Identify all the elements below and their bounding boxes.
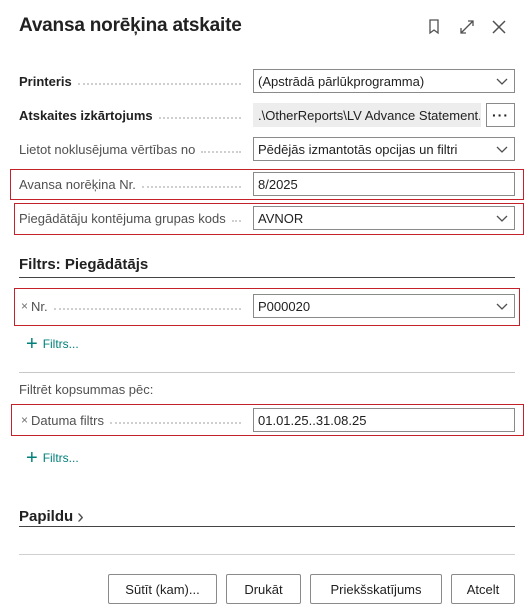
dialog-title: Avansa norēķina atskaite (19, 15, 242, 36)
nr-filter-label: × Nr. (21, 298, 247, 314)
filter-section-title: Filtrs: Piegādātājs (19, 256, 149, 273)
chevron-down-icon (496, 146, 508, 153)
plus-icon: + (26, 447, 38, 469)
preview-button[interactable]: Priekšskatījums (310, 574, 442, 604)
chevron-down-icon (496, 303, 508, 310)
more-icon: ··· (492, 107, 509, 123)
layout-lookup-button[interactable]: ··· (486, 103, 515, 127)
bookmark-icon[interactable] (421, 14, 447, 40)
printer-label: Printeris (19, 73, 247, 89)
section-divider (19, 372, 515, 373)
remove-filter-icon[interactable]: × (21, 413, 28, 427)
defaults-select[interactable]: Pēdējās izmantotās opcijas un filtri (253, 137, 515, 161)
chevron-right-icon: › (77, 505, 84, 528)
footer-divider (19, 554, 515, 555)
print-button[interactable]: Drukāt (226, 574, 301, 604)
cancel-button[interactable]: Atcelt (451, 574, 515, 604)
chevron-down-icon (496, 78, 508, 85)
close-icon[interactable] (486, 14, 512, 40)
printer-select[interactable]: (Apstrādā pārlūkprogramma) (253, 69, 515, 93)
totals-section-title: Filtrēt kopsummas pēc: (19, 382, 154, 397)
layout-field[interactable]: .\OtherReports\LV Advance Statement... (253, 103, 481, 127)
remove-filter-icon[interactable]: × (21, 299, 28, 313)
plus-icon: + (26, 333, 38, 355)
nr-filter-select[interactable]: P000020 (253, 294, 515, 318)
advance-no-label: Avansa norēķina Nr. (19, 176, 247, 192)
layout-label: Atskaites izkārtojums (19, 107, 247, 123)
extra-section-toggle[interactable]: Papildu › (19, 505, 84, 528)
advance-no-input[interactable]: 8/2025 (253, 172, 515, 196)
expand-icon[interactable] (454, 14, 480, 40)
send-to-button[interactable]: Sūtīt (kam)... (108, 574, 217, 604)
add-filter-link[interactable]: + Filtrs... (26, 333, 79, 355)
date-filter-input[interactable]: 01.01.25..31.08.25 (253, 408, 515, 432)
filter-section-divider (19, 277, 515, 278)
vendor-group-select[interactable]: AVNOR (253, 206, 515, 230)
vendor-group-label: Piegādātāju kontējuma grupas kods (19, 210, 247, 226)
chevron-down-icon (496, 215, 508, 222)
defaults-label: Lietot noklusējuma vērtības no (19, 141, 247, 157)
date-filter-label: × Datuma filtrs (21, 412, 247, 428)
extra-section-divider (19, 526, 515, 527)
add-totals-filter-link[interactable]: + Filtrs... (26, 447, 79, 469)
